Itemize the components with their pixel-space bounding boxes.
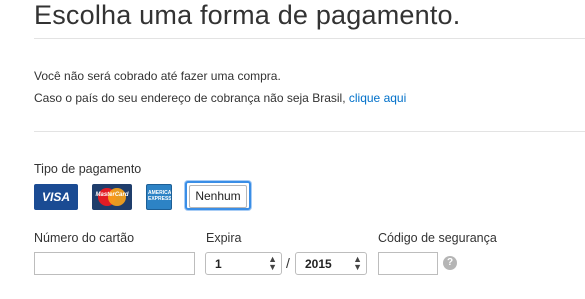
help-icon[interactable]: ? xyxy=(443,256,457,270)
payment-type-label: Tipo de pagamento xyxy=(34,162,142,176)
visa-card-text: VISA xyxy=(41,190,70,204)
expiry-label: Expira xyxy=(206,231,242,245)
expiry-year-select[interactable]: 2015 ▲ ▼ xyxy=(295,252,367,275)
amex-card-text: AMERICAN EXPRESS xyxy=(148,190,172,202)
click-here-link[interactable]: clique aqui xyxy=(349,91,406,105)
page-title: Escolha uma forma de pagamento. xyxy=(34,0,461,30)
stepper-arrows-icon: ▲ ▼ xyxy=(268,254,277,272)
none-payment-button[interactable]: Nenhum xyxy=(185,181,251,210)
stepper-arrows-icon: ▲ ▼ xyxy=(353,254,362,272)
mastercard-card-icon[interactable]: MasterCard xyxy=(92,184,132,210)
mastercard-card-text: MasterCard xyxy=(95,192,129,198)
notice-line-2-text: Caso o país do seu endereço de cobrança … xyxy=(34,91,349,105)
divider xyxy=(34,131,585,132)
expiry-year-value: 2015 xyxy=(305,257,332,271)
expiry-separator: / xyxy=(286,255,290,271)
security-code-input[interactable] xyxy=(378,252,438,275)
divider xyxy=(34,38,585,39)
expiry-month-value: 1 xyxy=(215,257,222,271)
notice-line-2: Caso o país do seu endereço de cobrança … xyxy=(34,91,406,105)
none-payment-label: Nenhum xyxy=(189,185,247,208)
visa-card-icon[interactable]: VISA xyxy=(34,184,78,210)
expiry-month-select[interactable]: 1 ▲ ▼ xyxy=(205,252,282,275)
notice-line-1: Você não será cobrado até fazer uma comp… xyxy=(34,69,281,83)
card-number-label: Número do cartão xyxy=(34,231,135,245)
amex-card-icon[interactable]: AMERICAN EXPRESS xyxy=(146,184,172,210)
security-code-label: Código de segurança xyxy=(378,231,497,245)
card-number-input[interactable] xyxy=(34,252,195,275)
